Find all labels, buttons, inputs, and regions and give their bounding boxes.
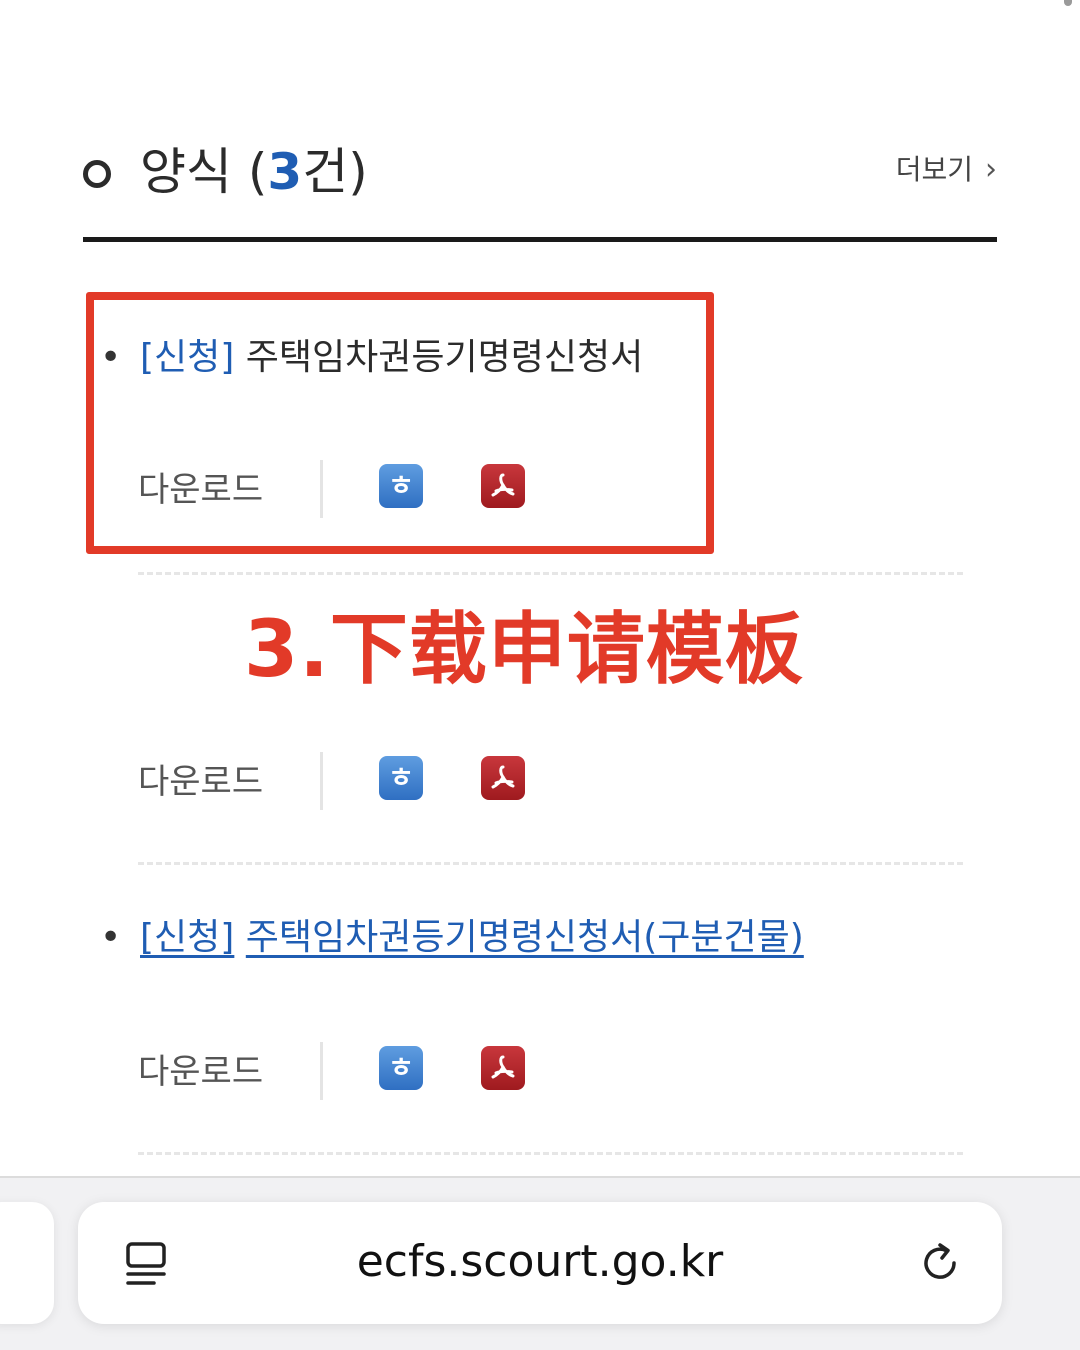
header-divider (83, 237, 997, 242)
hwp-glyph: ㅎ (388, 761, 414, 794)
form-name: 주택임차권등기명령신청서(구분건물) (245, 917, 804, 958)
form-tag: [신청] (140, 917, 235, 958)
item-divider (138, 862, 963, 865)
chevron-right-icon: › (985, 152, 997, 187)
scroll-indicator (1064, 0, 1072, 6)
item-divider (138, 572, 963, 575)
section-title: 양식 (3건) (140, 140, 368, 204)
section-header: 양식 (3건) 더보기 › (82, 138, 997, 210)
form-title-link[interactable]: • [신청] 주택임차권등기명령신청서(구분건물) (100, 912, 804, 964)
section-title-suffix: 건) (302, 143, 368, 201)
hwp-file-icon[interactable]: ㅎ (379, 756, 423, 800)
bullet: • (100, 917, 122, 958)
result-count: 3 (267, 143, 303, 201)
hwp-file-icon[interactable]: ㅎ (379, 1046, 423, 1090)
url-text[interactable]: ecfs.scourt.go.kr (78, 1234, 1002, 1290)
acrobat-glyph (491, 1055, 515, 1079)
reload-icon[interactable] (918, 1240, 964, 1286)
section-title-prefix: 양식 ( (140, 143, 268, 201)
more-label: 더보기 (895, 153, 973, 186)
ring-bullet-icon (83, 160, 111, 188)
pdf-file-icon[interactable] (481, 1046, 525, 1090)
browser-toolbar: ecfs.scourt.go.kr (0, 1176, 1080, 1350)
more-link[interactable]: 더보기 › (896, 150, 997, 190)
hwp-glyph: ㅎ (388, 1051, 414, 1084)
download-label: 다운로드 (138, 762, 264, 802)
address-bar[interactable]: ecfs.scourt.go.kr (78, 1202, 1002, 1324)
acrobat-glyph (491, 765, 515, 789)
divider (320, 752, 323, 810)
divider (320, 1042, 323, 1100)
pdf-file-icon[interactable] (481, 756, 525, 800)
highlight-box (86, 292, 714, 554)
previous-tab-preview[interactable] (0, 1202, 54, 1324)
item-divider (138, 1152, 963, 1155)
download-label: 다운로드 (138, 1052, 264, 1092)
download-row: 다운로드 ㅎ (138, 1042, 588, 1102)
page: 양식 (3건) 더보기 › • [신청] 주택임차권등기명령신청서 다운로드 ㅎ 다… (0, 0, 1080, 1350)
annotation-text: 3.下载申请模板 (244, 605, 804, 695)
download-row: 다운로드 ㅎ (138, 752, 588, 812)
